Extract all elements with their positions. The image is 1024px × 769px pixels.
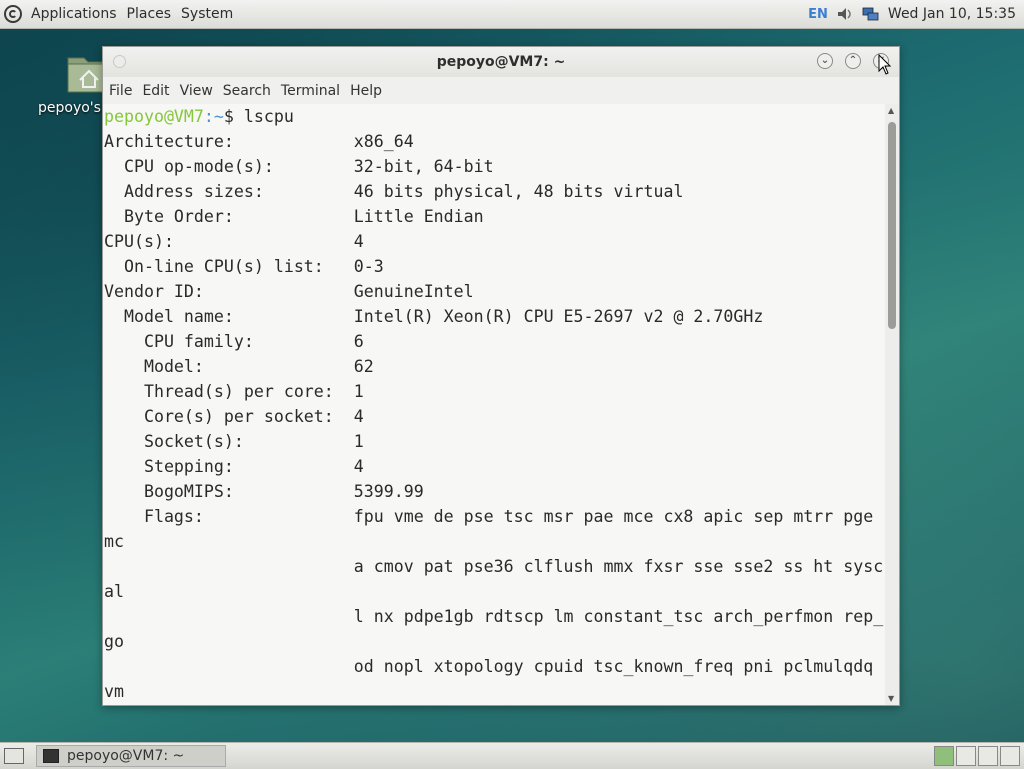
taskbar-terminal-label: pepoyo@VM7: ~ — [67, 748, 185, 764]
volume-icon[interactable] — [836, 6, 854, 22]
network-icon[interactable] — [862, 6, 880, 22]
workspace-2[interactable] — [956, 746, 976, 766]
keyboard-layout-indicator[interactable]: EN — [808, 7, 828, 22]
show-desktop-icon[interactable] — [4, 748, 24, 764]
output-line: mc — [104, 532, 124, 551]
menu-view[interactable]: View — [178, 83, 219, 99]
output-line: Flags: fpu vme de pse tsc msr pae mce cx… — [104, 507, 874, 526]
output-line: Vendor ID: GenuineIntel — [104, 282, 474, 301]
home-folder-label: pepoyo's Home — [38, 100, 108, 116]
workspace-3[interactable] — [978, 746, 998, 766]
terminal-menubar: File Edit View Search Terminal Help — [103, 77, 899, 104]
maximize-icon[interactable]: ⌃ — [845, 53, 861, 69]
taskbar-terminal-button[interactable]: pepoyo@VM7: ~ — [36, 745, 226, 767]
bottom-panel: pepoyo@VM7: ~ — [0, 742, 1024, 769]
output-line: go — [104, 632, 124, 651]
scroll-down-icon[interactable]: ▼ — [888, 694, 894, 703]
prompt-command: $ lscpu — [223, 107, 294, 126]
scroll-up-icon[interactable]: ▲ — [888, 106, 894, 115]
workspace-1[interactable] — [934, 746, 954, 766]
minimize-icon[interactable]: ⌄ — [817, 53, 833, 69]
terminal-window: pepoyo@VM7: ~ ⌄ ⌃ ✕ File Edit View Searc… — [102, 46, 900, 706]
prompt-path: :~ — [203, 107, 224, 126]
clock[interactable]: Wed Jan 10, 15:35 — [888, 6, 1016, 22]
output-line: CPU family: 6 — [104, 332, 364, 351]
output-line: Model: 62 — [104, 357, 374, 376]
output-line: a cmov pat pse36 clflush mmx fxsr sse ss… — [104, 557, 884, 576]
mouse-pointer-icon — [878, 54, 892, 75]
output-line: CPU op-mode(s): 32-bit, 64-bit — [104, 157, 494, 176]
output-line: Model name: Intel(R) Xeon(R) CPU E5-2697… — [104, 307, 764, 326]
output-line: CPU(s): 4 — [104, 232, 364, 251]
output-line: Architecture: x86_64 — [104, 132, 414, 151]
menu-help[interactable]: Help — [348, 83, 388, 99]
menu-terminal[interactable]: Terminal — [279, 83, 346, 99]
output-line: al — [104, 582, 124, 601]
output-line: od nopl xtopology cpuid tsc_known_freq p… — [104, 657, 874, 676]
terminal-icon — [43, 749, 59, 763]
applications-menu[interactable]: Applications — [26, 6, 122, 22]
places-menu[interactable]: Places — [122, 6, 177, 22]
terminal-output[interactable]: pepoyo@VM7:~$ lscpu Architecture: x86_64… — [103, 104, 885, 705]
scrollbar-thumb[interactable] — [888, 122, 896, 329]
prompt-user: pepoyo@VM7 — [104, 107, 204, 126]
output-line: l nx pdpe1gb rdtscp lm constant_tsc arch… — [104, 607, 884, 626]
output-lines: Architecture: x86_64 CPU op-mode(s): 32-… — [103, 129, 885, 704]
system-menu[interactable]: System — [176, 6, 238, 22]
menu-search[interactable]: Search — [221, 83, 277, 99]
prompt-line: pepoyo@VM7:~$ lscpu — [103, 104, 885, 129]
menu-file[interactable]: File — [107, 83, 138, 99]
top-panel: Applications Places System EN Wed Jan 10… — [0, 0, 1024, 29]
output-line: On-line CPU(s) list: 0-3 — [104, 257, 384, 276]
output-line: Byte Order: Little Endian — [104, 207, 484, 226]
workspace-4[interactable] — [1000, 746, 1020, 766]
output-line: Thread(s) per core: 1 — [104, 382, 364, 401]
window-title: pepoyo@VM7: ~ — [436, 54, 566, 70]
output-line: Socket(s): 1 — [104, 432, 364, 451]
system-tray: EN Wed Jan 10, 15:35 — [808, 6, 1024, 22]
distro-logo-icon[interactable] — [4, 5, 22, 23]
window-titlebar[interactable]: pepoyo@VM7: ~ ⌄ ⌃ ✕ — [103, 47, 899, 77]
terminal-scrollbar[interactable]: ▲ ▼ — [885, 104, 899, 705]
output-line: BogoMIPS: 5399.99 — [104, 482, 424, 501]
panel-menu: Applications Places System — [0, 5, 238, 23]
output-line: vm — [104, 682, 124, 701]
menu-edit[interactable]: Edit — [140, 83, 175, 99]
output-line: Address sizes: 46 bits physical, 48 bits… — [104, 182, 684, 201]
workspace-switcher — [932, 746, 1020, 766]
window-menu-icon[interactable] — [113, 55, 126, 68]
output-line: Core(s) per socket: 4 — [104, 407, 364, 426]
output-line: Stepping: 4 — [104, 457, 364, 476]
